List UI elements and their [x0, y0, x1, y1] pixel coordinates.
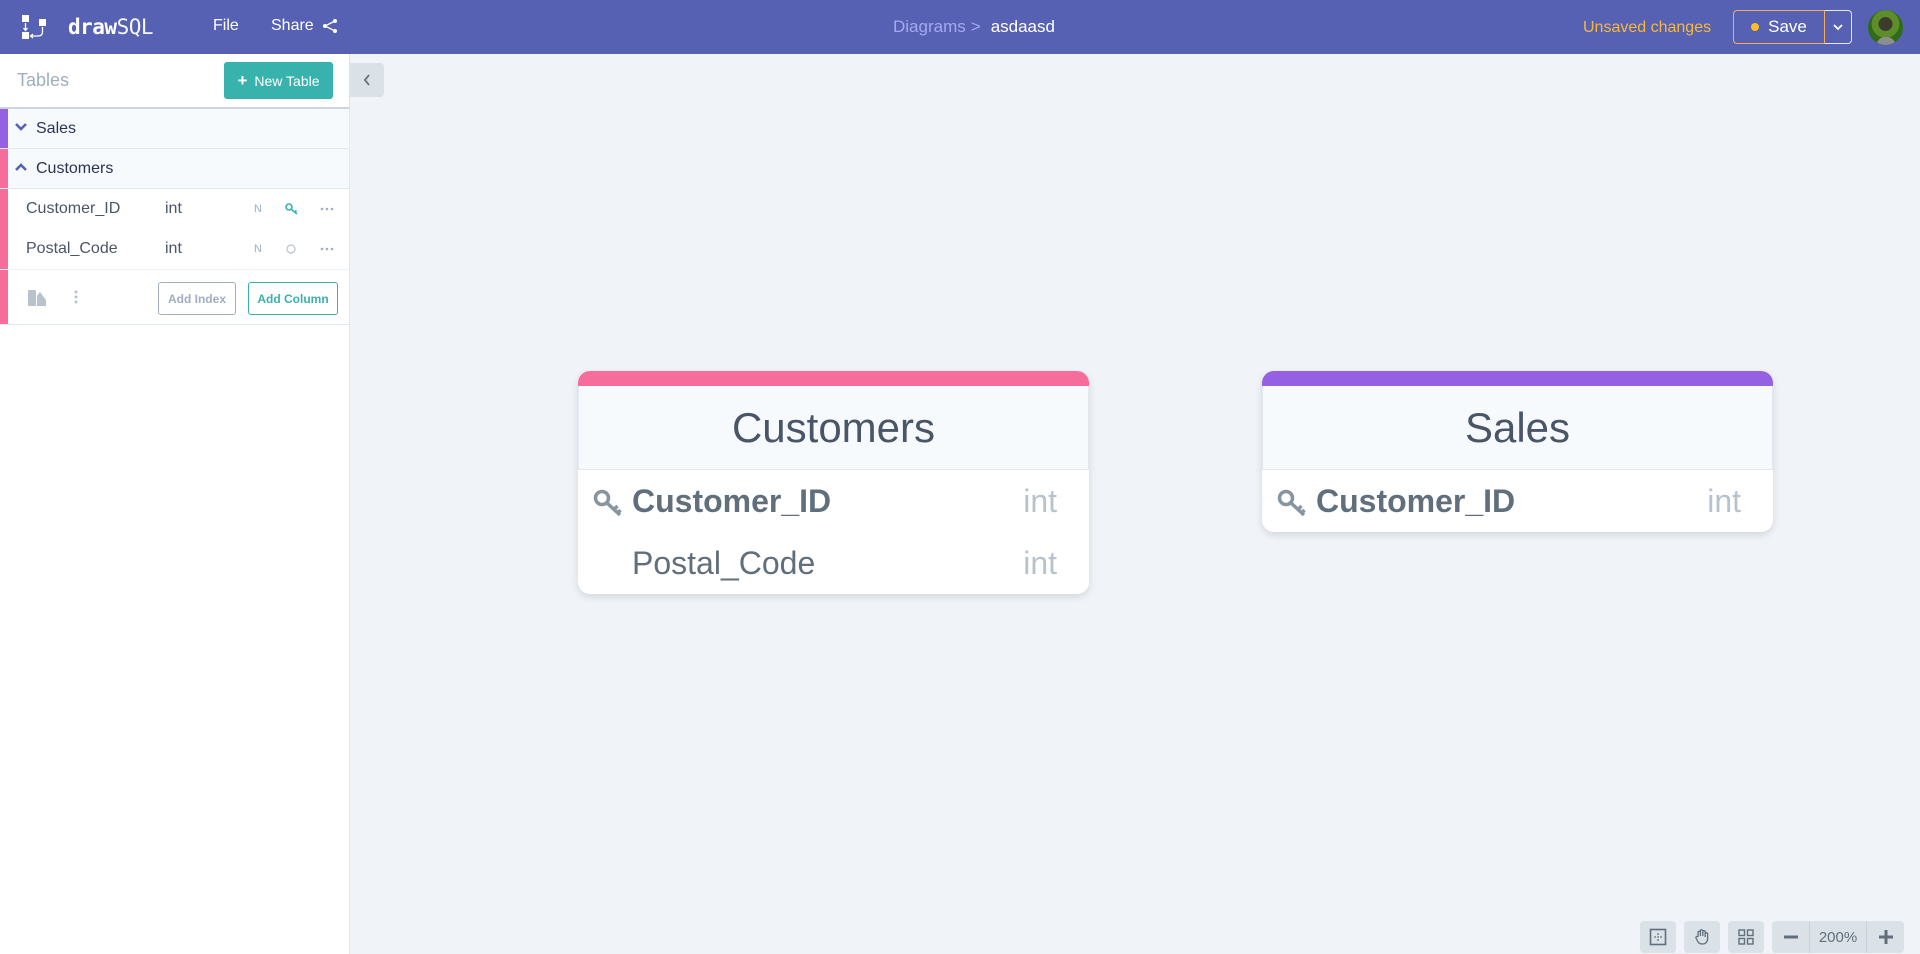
new-table-label: New Table — [254, 72, 320, 89]
minus-icon — [1783, 935, 1798, 939]
more-options-icon[interactable] — [320, 207, 334, 211]
field-name: Postal_Code — [632, 544, 816, 581]
sidebar-table-customers[interactable]: Customers — [0, 149, 349, 189]
new-table-button[interactable]: + New Table — [224, 62, 333, 99]
sidebar-table-name: Sales — [36, 119, 77, 137]
share-menu[interactable]: Share — [271, 17, 338, 35]
add-index-button[interactable]: Add Index — [158, 282, 236, 315]
plus-icon — [1878, 930, 1893, 944]
plus-icon: + — [237, 70, 248, 90]
field-type: int — [1023, 544, 1057, 581]
column-row: Postal_Code int N — [0, 229, 349, 269]
field-type: int — [1023, 482, 1057, 519]
fit-screen-icon — [1649, 928, 1667, 946]
table-color-stripe — [0, 149, 8, 188]
unsaved-status: Unsaved changes — [1583, 19, 1712, 36]
color-palette-icon[interactable] — [28, 290, 46, 306]
primary-key-icon[interactable] — [285, 203, 299, 215]
nullable-toggle[interactable]: N — [254, 243, 262, 255]
app-logo[interactable]: drawSQL — [22, 15, 154, 39]
chevron-left-icon — [363, 74, 370, 86]
chevron-down-icon — [1833, 24, 1843, 31]
column-type-select[interactable]: int — [165, 200, 182, 218]
drawsql-logo-icon — [22, 15, 46, 39]
table-field[interactable]: Customer_ID int — [1262, 470, 1773, 532]
more-options-icon[interactable] — [320, 247, 334, 251]
column-name-input[interactable]: Customer_ID — [26, 200, 120, 218]
column-row: Customer_ID int N — [0, 189, 349, 229]
primary-key-icon — [593, 489, 622, 517]
chevron-down-icon — [15, 123, 27, 131]
add-column-button[interactable]: Add Column — [248, 282, 338, 315]
canvas-table-customers[interactable]: Customers Customer_ID int Postal_Code in… — [578, 371, 1089, 594]
brand-name: drawSQL — [68, 15, 154, 39]
unsaved-dot-icon — [1751, 23, 1760, 31]
table-color-bar — [1262, 371, 1773, 386]
save-options-dropdown[interactable] — [1824, 10, 1852, 44]
file-menu-label: File — [213, 17, 239, 34]
breadcrumb-diagrams[interactable]: Diagrams — [893, 17, 966, 37]
nullable-toggle[interactable]: N — [254, 203, 262, 215]
table-field[interactable]: Customer_ID int — [578, 470, 1089, 532]
breadcrumb: Diagrams > asdaasd — [893, 17, 1055, 37]
table-field[interactable]: Postal_Code int — [578, 532, 1089, 594]
tables-sidebar: Tables + New Table Sales Customers Custo… — [0, 54, 350, 954]
top-navbar: drawSQL File Share Diagrams > asdaasd Un… — [0, 0, 1920, 54]
canvas-table-sales[interactable]: Sales Customer_ID int — [1262, 371, 1773, 532]
brand-light: SQL — [116, 15, 154, 39]
user-avatar[interactable] — [1868, 10, 1903, 45]
save-button-label: Save — [1768, 17, 1807, 36]
table-color-bar — [578, 371, 1089, 386]
zoom-out-button[interactable] — [1772, 921, 1809, 953]
zoom-level: 200% — [1809, 921, 1867, 953]
chevron-up-icon — [15, 163, 27, 171]
sidebar-title: Tables — [17, 70, 70, 90]
field-type: int — [1707, 482, 1741, 519]
pan-tool-button[interactable] — [1684, 921, 1720, 953]
breadcrumb-separator: > — [970, 17, 981, 36]
collapse-sidebar-button[interactable] — [350, 63, 384, 97]
fit-to-screen-button[interactable] — [1640, 921, 1676, 953]
table-menu-dots-icon[interactable] — [74, 290, 78, 304]
grid-icon — [1738, 929, 1754, 945]
zoom-in-button[interactable] — [1867, 921, 1904, 953]
sidebar-table-name: Customers — [36, 159, 114, 177]
sidebar-header: Tables + New Table — [0, 54, 349, 109]
hand-icon — [1695, 929, 1709, 945]
column-name-input[interactable]: Postal_Code — [26, 240, 118, 258]
zoom-controls: 200% — [1772, 921, 1904, 953]
key-toggle-circle-icon[interactable] — [285, 243, 297, 255]
table-color-stripe — [0, 109, 8, 148]
field-name: Customer_ID — [632, 482, 832, 519]
share-menu-label: Share — [271, 17, 314, 34]
column-type-select[interactable]: int — [165, 240, 182, 258]
table-actions-footer: Add Index Add Column — [0, 269, 349, 325]
diagram-name[interactable]: asdaasd — [991, 17, 1055, 37]
grid-toggle-button[interactable] — [1728, 921, 1764, 953]
field-name: Customer_ID — [1316, 482, 1516, 519]
table-title: Sales — [1262, 386, 1773, 470]
sidebar-table-sales[interactable]: Sales — [0, 109, 349, 149]
primary-key-icon — [1277, 489, 1306, 517]
brand-bold: draw — [68, 15, 117, 39]
customers-columns-panel: Customer_ID int N Postal_Code int N Add … — [0, 189, 349, 325]
file-menu[interactable]: File — [213, 17, 239, 35]
share-icon — [322, 19, 337, 33]
table-title: Customers — [578, 386, 1089, 470]
save-button[interactable]: Save — [1733, 10, 1824, 44]
